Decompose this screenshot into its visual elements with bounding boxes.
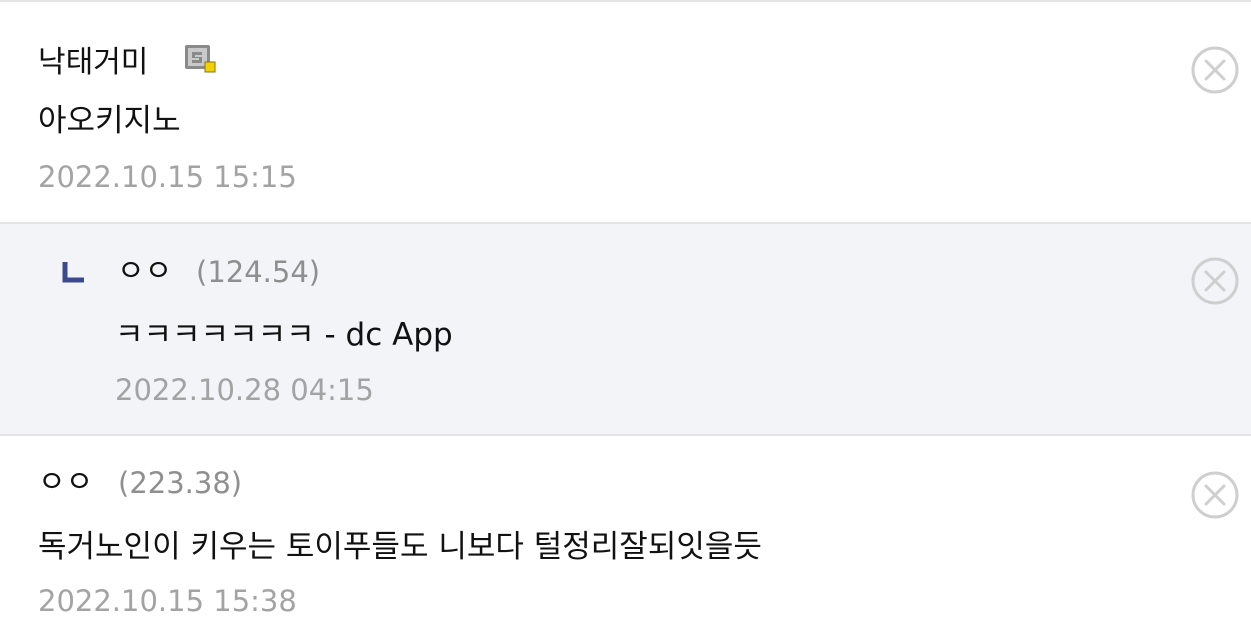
comment-author[interactable]: 낙태거미 xyxy=(38,48,148,78)
delete-comment-button[interactable] xyxy=(1190,256,1240,306)
comment-author[interactable]: ㅇㅇ xyxy=(38,468,93,498)
comment-item: ㅇㅇ (223.38) 독거노인이 키우는 토이푸들도 니보다 털정리잘되잇을듯… xyxy=(0,438,1251,639)
comment-text: 독거노인이 키우는 토이푸들도 니보다 털정리잘되잇을듯 xyxy=(38,529,762,565)
comment-list: 낙태거미 아오키지노 2022.10.15 15:15 ㅇㅇ (124.54) … xyxy=(0,0,1251,639)
author-ip: (223.38) xyxy=(118,466,243,500)
comment-date: 2022.10.15 15:15 xyxy=(38,160,297,194)
comment-date: 2022.10.28 04:15 xyxy=(115,373,374,407)
comment-item: 낙태거미 아오키지노 2022.10.15 15:15 xyxy=(0,10,1251,222)
comment-date: 2022.10.15 15:38 xyxy=(38,584,297,618)
reply-comment-item: ㅇㅇ (124.54) ㅋㅋㅋㅋㅋㅋㅋ - dc App 2022.10.28 … xyxy=(0,222,1251,436)
comment-text: ㅋㅋㅋㅋㅋㅋㅋ - dc App xyxy=(115,317,453,353)
reply-corner-icon xyxy=(62,262,84,283)
author-ip: (124.54) xyxy=(196,255,321,289)
comment-author[interactable]: ㅇㅇ xyxy=(117,257,172,287)
comment-text: 아오키지노 xyxy=(38,103,181,139)
delete-comment-button[interactable] xyxy=(1190,470,1240,520)
gallery-nickname-icon xyxy=(185,45,216,73)
delete-comment-button[interactable] xyxy=(1190,45,1240,95)
